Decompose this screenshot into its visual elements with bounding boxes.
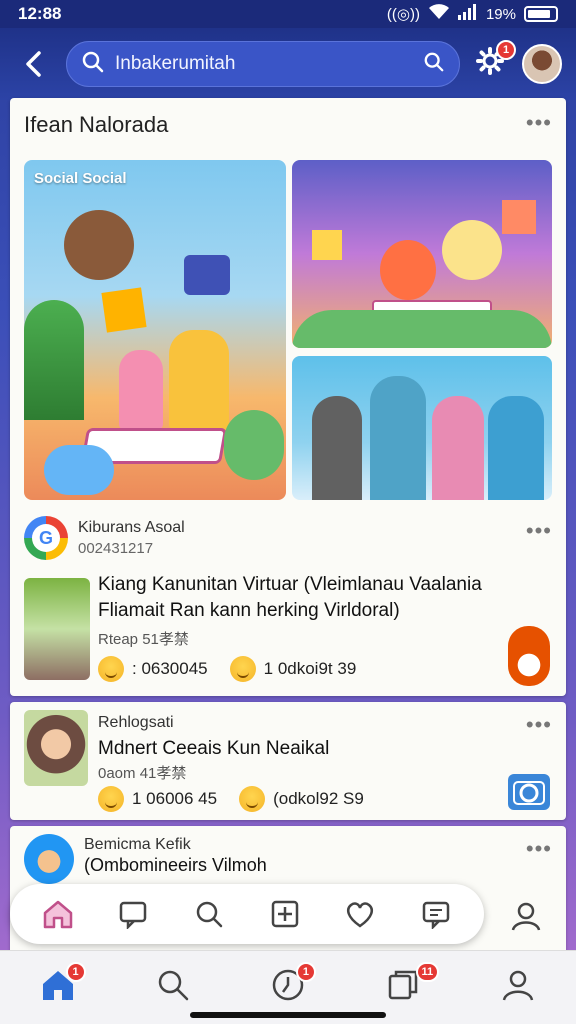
card-title: Ifean Nalorada	[24, 112, 169, 137]
more-options-icon[interactable]: •••	[526, 836, 552, 862]
letter-block-illustration	[101, 287, 147, 333]
laugh-emoji-icon	[229, 656, 256, 682]
cloud-illustration	[44, 445, 114, 495]
notification-badge: 1	[65, 961, 86, 982]
tab-activity[interactable]: 1	[258, 958, 318, 1018]
profile-icon	[501, 968, 535, 1007]
post-text: Mdnert Ceeais Kun Neaikal	[98, 738, 330, 759]
post-meta: Rteap 51孝禁	[98, 631, 189, 648]
battery-percent: 19%	[485, 5, 516, 23]
adult-figure	[169, 330, 229, 430]
reaction-count: (odkol92 S9	[273, 789, 364, 808]
post-author[interactable]: Rehlogsati	[98, 714, 174, 732]
post-text: Kiang Kanunitan Virtuar (Vleimlanau Vaal…	[98, 572, 548, 624]
more-options-icon[interactable]: •••	[526, 518, 552, 544]
fox-character	[380, 240, 436, 300]
home-indicator[interactable]	[190, 1012, 386, 1018]
more-options-icon[interactable]: •••	[526, 110, 552, 136]
letter-block-illustration	[502, 200, 536, 234]
palm-tree-illustration	[24, 300, 84, 420]
avatar[interactable]	[522, 44, 562, 84]
monitor-illustration	[184, 255, 230, 295]
settings-button[interactable]: 1	[472, 40, 516, 82]
cartoon-image[interactable]	[292, 160, 552, 348]
tab-search[interactable]	[143, 958, 203, 1018]
smile-emoji-icon	[98, 656, 124, 682]
reaction-smile[interactable]: : 0630045	[98, 656, 208, 682]
settings-badge: 1	[496, 40, 516, 60]
home-icon[interactable]	[36, 892, 80, 936]
post-text-line1: Kiang Kanunitan Virtuar (Vleimlanau Vaal…	[98, 574, 482, 595]
back-icon[interactable]	[14, 44, 54, 84]
laugh-emoji-icon	[239, 786, 266, 812]
smile-emoji-icon	[98, 786, 124, 812]
search-input[interactable]: Inbakerumitah	[66, 41, 460, 87]
hero-image[interactable]: Social Social	[24, 160, 286, 500]
child-figure	[119, 350, 163, 430]
tab-home[interactable]: 1	[28, 958, 88, 1018]
reaction-count: 1 0dkoi9t 39	[263, 659, 357, 678]
reaction-laugh[interactable]: (odkol92 S9	[239, 786, 364, 812]
post-meta: 0aom 41孝禁	[98, 765, 187, 782]
post-id: 002431217	[78, 540, 154, 557]
status-bar: 12:88 ((◎)) 19%	[0, 0, 576, 28]
search-query: Inbakerumitah	[115, 53, 236, 74]
notification-badge: 11	[415, 961, 440, 982]
image-label: Social Social	[34, 170, 127, 187]
bear-character	[442, 220, 502, 280]
reaction-count: 1 06006 45	[132, 789, 218, 808]
tab-pages[interactable]: 11	[373, 958, 440, 1018]
status-icons: ((◎)) 19%	[387, 4, 558, 24]
teddy-bear-illustration	[64, 210, 134, 280]
plus-icon[interactable]	[263, 892, 307, 936]
clock-time: 12:88	[18, 4, 62, 23]
child-figure	[488, 396, 544, 500]
search-icon	[156, 968, 190, 1007]
profile-icon[interactable]	[500, 890, 552, 942]
search-icon	[81, 50, 105, 79]
top-actions: 1	[472, 40, 562, 84]
feed-card: Ifean Nalorada ••• Social Social G Kibur…	[10, 98, 566, 696]
pages-icon	[386, 968, 420, 1007]
family-thumbnail[interactable]	[24, 578, 90, 680]
chat-icon[interactable]	[111, 892, 155, 936]
mascot-figure	[370, 376, 426, 500]
reaction-laugh[interactable]: 1 0dkoi9t 39	[229, 656, 357, 682]
top-app-bar: Inbakerumitah 1	[0, 28, 576, 100]
reaction-count: : 0630045	[132, 659, 208, 678]
post-text-line2: Fliamait Ran kann herking Virldoral)	[98, 600, 400, 621]
group-photo[interactable]	[292, 356, 552, 500]
post-text: (Ombomineeirs Vilmoh	[84, 855, 267, 875]
camera-icon[interactable]	[508, 774, 550, 810]
post-header: G Kiburans Asoal 002431217	[24, 516, 185, 560]
reaction-smile[interactable]: 1 06006 45	[98, 786, 217, 812]
wifi-icon	[428, 4, 450, 24]
letter-block-illustration	[312, 230, 342, 260]
more-options-icon[interactable]: •••	[526, 712, 552, 738]
bush-illustration	[224, 410, 284, 480]
search-submit-icon[interactable]	[423, 51, 445, 78]
author-avatar[interactable]	[24, 834, 74, 884]
message-icon[interactable]	[414, 892, 458, 936]
sticker-icon[interactable]	[508, 626, 550, 686]
signal-icon	[457, 4, 478, 24]
tab-profile[interactable]	[488, 958, 548, 1018]
google-logo-icon[interactable]: G	[24, 516, 68, 560]
reactions-row: 1 06006 45 (odkol92 S9	[98, 786, 364, 812]
notification-badge: 1	[295, 961, 316, 982]
battery-icon	[524, 6, 558, 22]
post-author[interactable]: Kiburans Asoal	[78, 519, 185, 537]
vibrate-icon: ((◎))	[386, 6, 420, 23]
person-figure	[432, 396, 484, 500]
post-card: Rehlogsati Mdnert Ceeais Kun Neaikal 0ao…	[10, 702, 566, 820]
floating-action-bar	[10, 884, 484, 944]
search-icon[interactable]	[187, 892, 231, 936]
author-photo[interactable]	[24, 710, 88, 786]
person-figure	[312, 396, 362, 500]
hill-illustration	[292, 310, 552, 348]
heart-icon[interactable]	[338, 892, 382, 936]
reactions-row: : 0630045 1 0dkoi9t 39	[98, 656, 356, 682]
